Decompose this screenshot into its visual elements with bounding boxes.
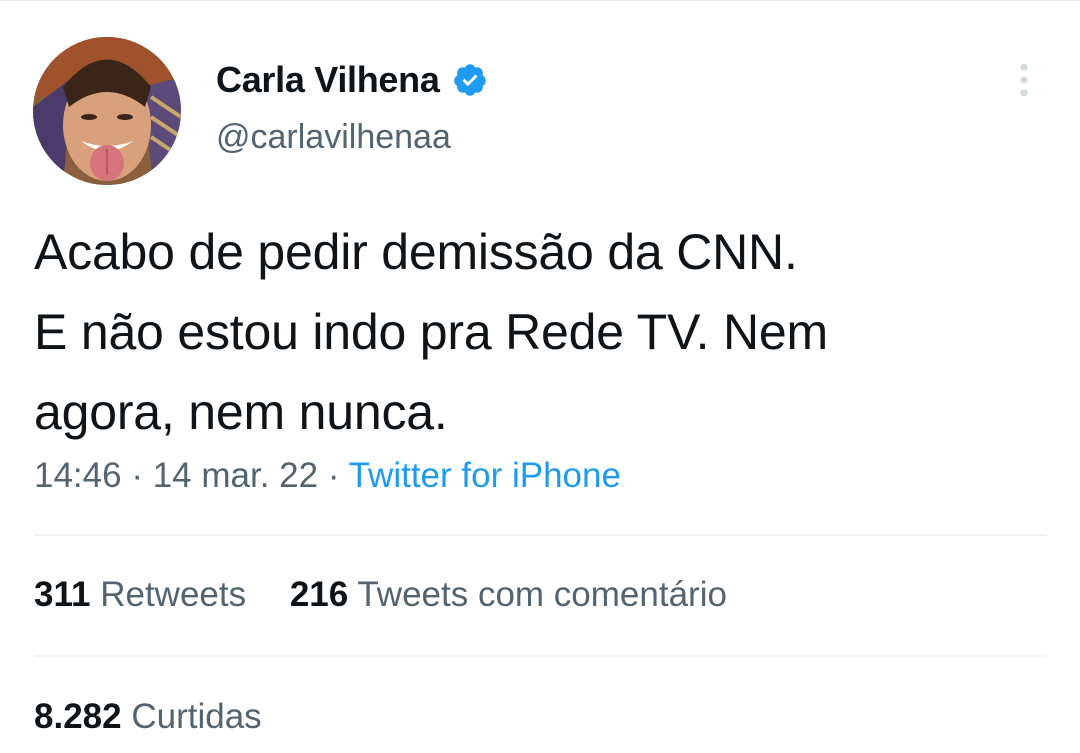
likes-count: 8.282 — [34, 697, 122, 736]
avatar-photo — [33, 37, 181, 185]
tweet-time[interactable]: 14:46 — [34, 456, 122, 495]
more-options-vertical-icon[interactable] — [1014, 62, 1034, 98]
tweet-text-line: Acabo de pedir demissão da CNN. — [34, 224, 798, 280]
tweet-text: Acabo de pedir demissão da CNN. E não es… — [34, 212, 1044, 452]
engagement-stats: 311 Retweets 216 Tweets com comentário — [34, 575, 727, 615]
retweets-stat[interactable]: 311 Retweets — [34, 575, 246, 615]
retweets-count: 311 — [34, 575, 91, 614]
author-display-name[interactable]: Carla Vilhena — [216, 59, 440, 101]
quote-tweets-count: 216 — [289, 575, 349, 614]
author-handle[interactable]: @carlavilhenaa — [216, 118, 451, 157]
meta-separator: · — [131, 456, 143, 495]
divider — [34, 655, 1047, 657]
tweet-text-line: E não estou indo pra Rede TV. Nem — [34, 304, 828, 360]
tweet-text-line: agora, nem nunca. — [34, 384, 448, 440]
quote-tweets-label: Tweets com comentário — [357, 575, 727, 614]
quote-tweets-stat[interactable]: 216 Tweets com comentário — [290, 575, 727, 615]
retweets-label: Retweets — [100, 575, 247, 614]
top-divider — [0, 0, 1080, 1]
author-name-row[interactable]: Carla Vilhena — [216, 58, 488, 102]
tweet-source-link[interactable]: Twitter for iPhone — [349, 456, 621, 495]
avatar[interactable] — [33, 37, 181, 185]
likes-label: Curtidas — [131, 697, 262, 736]
divider — [34, 534, 1047, 536]
tweet-metadata: 14:46 · 14 mar. 22 · Twitter for iPhone — [34, 456, 621, 496]
verified-badge-icon — [452, 62, 488, 98]
likes-stat[interactable]: 8.282 Curtidas — [34, 697, 262, 737]
tweet-date[interactable]: 14 mar. 22 — [153, 456, 318, 495]
meta-separator: · — [327, 456, 340, 495]
